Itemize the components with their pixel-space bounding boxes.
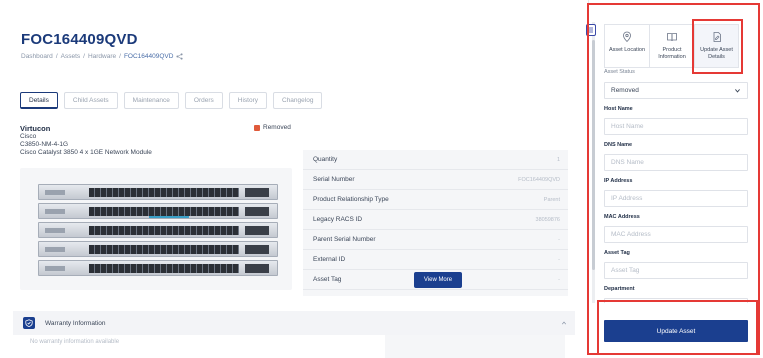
- warranty-accordion[interactable]: Warranty Information: [13, 311, 575, 335]
- breadcrumb-separator: /: [119, 53, 121, 60]
- tab-child-assets[interactable]: Child Assets: [63, 92, 118, 109]
- highlight-update-details-box: [692, 19, 743, 74]
- product-model: C3850-NM-4-1G: [20, 141, 69, 148]
- breadcrumb-dashboard[interactable]: Dashboard: [21, 53, 53, 60]
- breadcrumb-assets[interactable]: Assets: [61, 53, 81, 60]
- breadcrumb-separator: /: [55, 53, 58, 60]
- product-description: Cisco Catalyst 3850 4 x 1GE Network Modu…: [20, 149, 152, 156]
- shield-check-icon: [23, 317, 35, 329]
- breadcrumb-separator: /: [83, 53, 85, 60]
- table-row: Serial Number FOC164409QVD: [303, 170, 568, 190]
- table-row: Product Relationship Type Parent: [303, 190, 568, 210]
- tab-changelog[interactable]: Changelog: [273, 92, 323, 109]
- status-text: Removed: [263, 124, 291, 131]
- breadcrumb: Dashboard / Assets / Hardware / FOC16440…: [21, 53, 184, 60]
- tab-details[interactable]: Details: [20, 92, 58, 109]
- product-vendor: Virtucon: [20, 124, 51, 133]
- breadcrumb-hardware[interactable]: Hardware: [88, 53, 116, 60]
- tab-orders[interactable]: Orders: [184, 92, 223, 109]
- share-icon[interactable]: [176, 53, 184, 60]
- asset-tabs: Details Child Assets Maintenance Orders …: [20, 92, 323, 109]
- warranty-empty-text: No warranty information available: [30, 339, 120, 345]
- table-row: External ID -: [303, 250, 568, 270]
- warranty-content-box: [385, 335, 565, 358]
- main-content: FOC164409QVD Dashboard / Assets / Hardwa…: [0, 0, 588, 358]
- tab-history[interactable]: History: [228, 92, 267, 109]
- warranty-title: Warranty Information: [45, 319, 106, 327]
- status-badge: Removed: [254, 124, 291, 131]
- table-row: Legacy RACS ID 38059876: [303, 210, 568, 230]
- table-row: Quantity 1: [303, 150, 568, 170]
- breadcrumb-current: FOC164409QVD: [123, 53, 174, 60]
- network-switch-image: [38, 184, 278, 279]
- product-summary: Virtucon Cisco C3850-NM-4-1G Cisco Catal…: [20, 124, 292, 157]
- page-title: FOC164409QVD: [21, 31, 138, 48]
- product-image: [20, 168, 292, 290]
- app-root: FOC164409QVD Dashboard / Assets / Hardwa…: [0, 0, 763, 358]
- product-manufacturer: Cisco: [20, 133, 37, 140]
- highlight-submit-box: [597, 300, 758, 355]
- view-more-button[interactable]: View More: [414, 272, 462, 288]
- status-dot-icon: [254, 124, 260, 131]
- tab-maintenance[interactable]: Maintenance: [123, 92, 179, 109]
- table-row: Parent Serial Number -: [303, 230, 568, 250]
- chevron-up-icon[interactable]: [561, 320, 567, 326]
